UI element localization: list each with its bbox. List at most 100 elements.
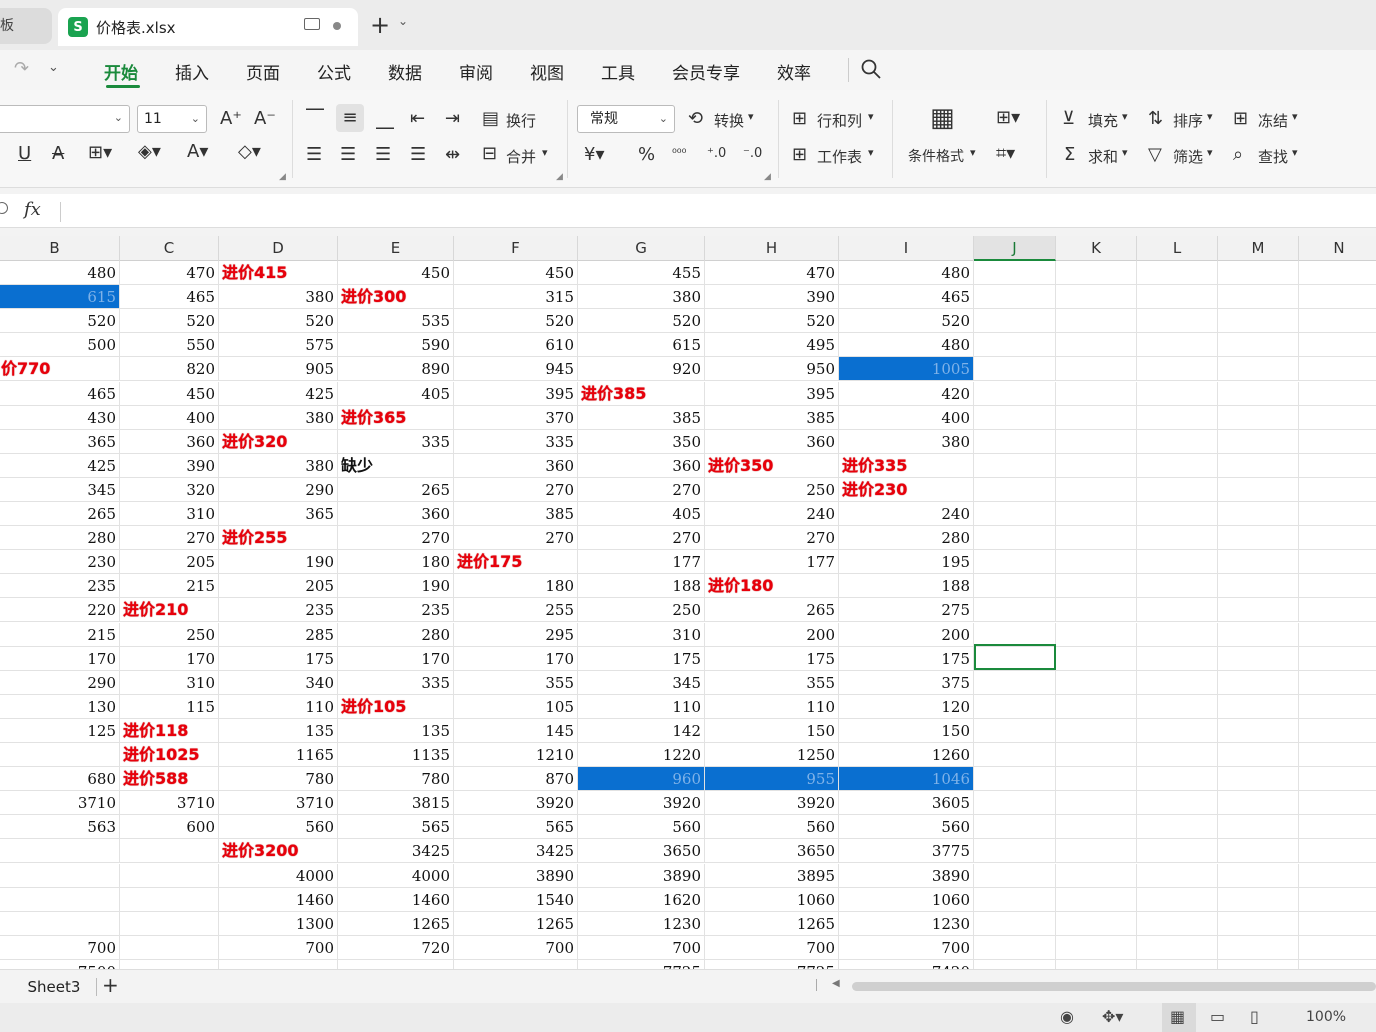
cell-d-19[interactable]: 110: [219, 695, 338, 719]
pan-move-icon[interactable]: ✥▾: [1102, 1007, 1123, 1026]
cell-l-25[interactable]: [1137, 839, 1218, 863]
cell-b-3[interactable]: 520: [0, 309, 120, 333]
cell-d-20[interactable]: 135: [219, 719, 338, 743]
font-size-select[interactable]: 11 ⌄: [137, 105, 207, 133]
cell-f-8[interactable]: 335: [454, 430, 578, 454]
cell-n-21[interactable]: [1299, 743, 1376, 767]
cell-i-26[interactable]: 3890: [839, 864, 974, 888]
cell-e-25[interactable]: 3425: [338, 839, 454, 863]
search-icon[interactable]: [860, 58, 882, 80]
cell-j-18[interactable]: [974, 671, 1056, 695]
cell-k-13[interactable]: [1056, 550, 1137, 574]
column-header-h[interactable]: H: [705, 236, 839, 261]
cell-h-21[interactable]: 1250: [705, 743, 839, 767]
cell-n-17[interactable]: [1299, 647, 1376, 671]
cell-h-4[interactable]: 495: [705, 333, 839, 357]
cell-d-10[interactable]: 290: [219, 478, 338, 502]
cell-l-15[interactable]: [1137, 598, 1218, 622]
cell-i-28[interactable]: 1230: [839, 912, 974, 936]
cell-f-12[interactable]: 270: [454, 526, 578, 550]
cell-d-13[interactable]: 190: [219, 550, 338, 574]
cell-j-12[interactable]: [974, 526, 1056, 550]
percent-icon[interactable]: %: [638, 145, 655, 165]
strikethrough-icon[interactable]: A: [52, 144, 64, 164]
cell-l-16[interactable]: [1137, 623, 1218, 647]
thousands-separator-icon[interactable]: ⁰⁰⁰: [672, 146, 686, 160]
cell-d-9[interactable]: 380: [219, 454, 338, 478]
cell-n-18[interactable]: [1299, 671, 1376, 695]
cell-f-28[interactable]: 1265: [454, 912, 578, 936]
worksheet-button[interactable]: 工作表: [817, 146, 862, 167]
quick-access-chevron-icon[interactable]: ⌄: [48, 60, 59, 75]
cell-g-24[interactable]: 560: [578, 815, 705, 839]
cell-j-15[interactable]: [974, 598, 1056, 622]
fill-icon[interactable]: ⊻: [1062, 109, 1075, 129]
cell-l-28[interactable]: [1137, 912, 1218, 936]
cell-b-2[interactable]: 615: [0, 285, 120, 309]
cell-c-13[interactable]: 205: [120, 550, 219, 574]
cell-h-3[interactable]: 520: [705, 309, 839, 333]
cell-j-11[interactable]: [974, 502, 1056, 526]
cell-c-26[interactable]: [120, 864, 219, 888]
number-format-select[interactable]: 常规 ⌄: [577, 105, 675, 133]
cell-f-17[interactable]: 170: [454, 647, 578, 671]
cell-n-28[interactable]: [1299, 912, 1376, 936]
cell-c-16[interactable]: 250: [120, 623, 219, 647]
cell-b-19[interactable]: 130: [0, 695, 120, 719]
cell-n-8[interactable]: [1299, 430, 1376, 454]
clear-format-icon[interactable]: ◇▾: [238, 142, 261, 162]
cell-k-3[interactable]: [1056, 309, 1137, 333]
cell-e-26[interactable]: 4000: [338, 864, 454, 888]
cell-j-8[interactable]: [974, 430, 1056, 454]
cell-c-30[interactable]: [120, 960, 219, 969]
chevron-down-icon[interactable]: ▾: [868, 146, 874, 159]
cell-k-30[interactable]: [1056, 960, 1137, 969]
cell-n-30[interactable]: [1299, 960, 1376, 969]
cell-b-6[interactable]: 465: [0, 382, 120, 406]
cell-i-1[interactable]: 480: [839, 261, 974, 285]
cell-g-20[interactable]: 142: [578, 719, 705, 743]
cell-g-28[interactable]: 1230: [578, 912, 705, 936]
cell-h-10[interactable]: 250: [705, 478, 839, 502]
cell-f-4[interactable]: 610: [454, 333, 578, 357]
cell-d-18[interactable]: 340: [219, 671, 338, 695]
cell-g-9[interactable]: 360: [578, 454, 705, 478]
cell-b-21[interactable]: [0, 743, 120, 767]
cell-i-2[interactable]: 465: [839, 285, 974, 309]
cell-m-9[interactable]: [1218, 454, 1299, 478]
cell-m-20[interactable]: [1218, 719, 1299, 743]
cell-l-10[interactable]: [1137, 478, 1218, 502]
cell-f-23[interactable]: 3920: [454, 791, 578, 815]
menu-view[interactable]: 视图: [530, 59, 564, 84]
cell-d-14[interactable]: 205: [219, 574, 338, 598]
cell-b-7[interactable]: 430: [0, 406, 120, 430]
cell-grid[interactable]: 480 470 450 450 455 470 480 615 465 380 315 380 390 4…: [0, 261, 1376, 969]
cell-d-16[interactable]: 285: [219, 623, 338, 647]
cell-b-13[interactable]: 230: [0, 550, 120, 574]
cell-b-30[interactable]: 7500: [0, 960, 120, 969]
cell-j-2[interactable]: [974, 285, 1056, 309]
align-bottom-icon[interactable]: ⎽: [376, 110, 394, 130]
cell-b-27[interactable]: [0, 888, 120, 912]
cell-f-3[interactable]: 520: [454, 309, 578, 333]
cell-k-22[interactable]: [1056, 767, 1137, 791]
chevron-down-icon[interactable]: ▾: [868, 110, 874, 123]
cell-g-18[interactable]: 345: [578, 671, 705, 695]
column-header-b[interactable]: B: [0, 236, 120, 261]
cell-k-11[interactable]: [1056, 502, 1137, 526]
cell-m-25[interactable]: [1218, 839, 1299, 863]
cell-i-17[interactable]: 175: [839, 647, 974, 671]
cell-n-25[interactable]: [1299, 839, 1376, 863]
cell-k-28[interactable]: [1056, 912, 1137, 936]
cell-m-5[interactable]: [1218, 357, 1299, 381]
chevron-down-icon[interactable]: ▾: [1122, 146, 1128, 159]
cell-e-22[interactable]: 780: [338, 767, 454, 791]
cell-c-11[interactable]: 310: [120, 502, 219, 526]
cell-k-10[interactable]: [1056, 478, 1137, 502]
cell-f-30[interactable]: [454, 960, 578, 969]
cell-j-22[interactable]: [974, 767, 1056, 791]
menu-member[interactable]: 会员专享: [672, 59, 740, 84]
cell-l-24[interactable]: [1137, 815, 1218, 839]
sort-button[interactable]: 排序: [1173, 110, 1203, 131]
cell-c-18[interactable]: 310: [120, 671, 219, 695]
